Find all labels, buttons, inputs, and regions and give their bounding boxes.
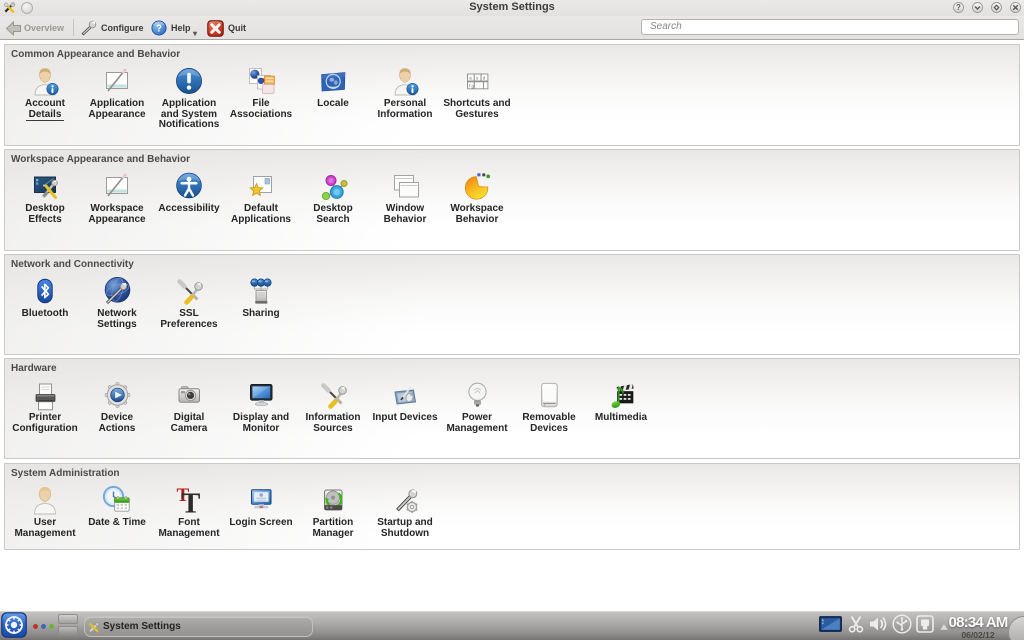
svg-text:?: ? (156, 24, 162, 35)
svg-text:T: T (181, 488, 200, 517)
svg-text:?: ? (956, 3, 961, 12)
svg-text:f g: f g (469, 83, 475, 88)
